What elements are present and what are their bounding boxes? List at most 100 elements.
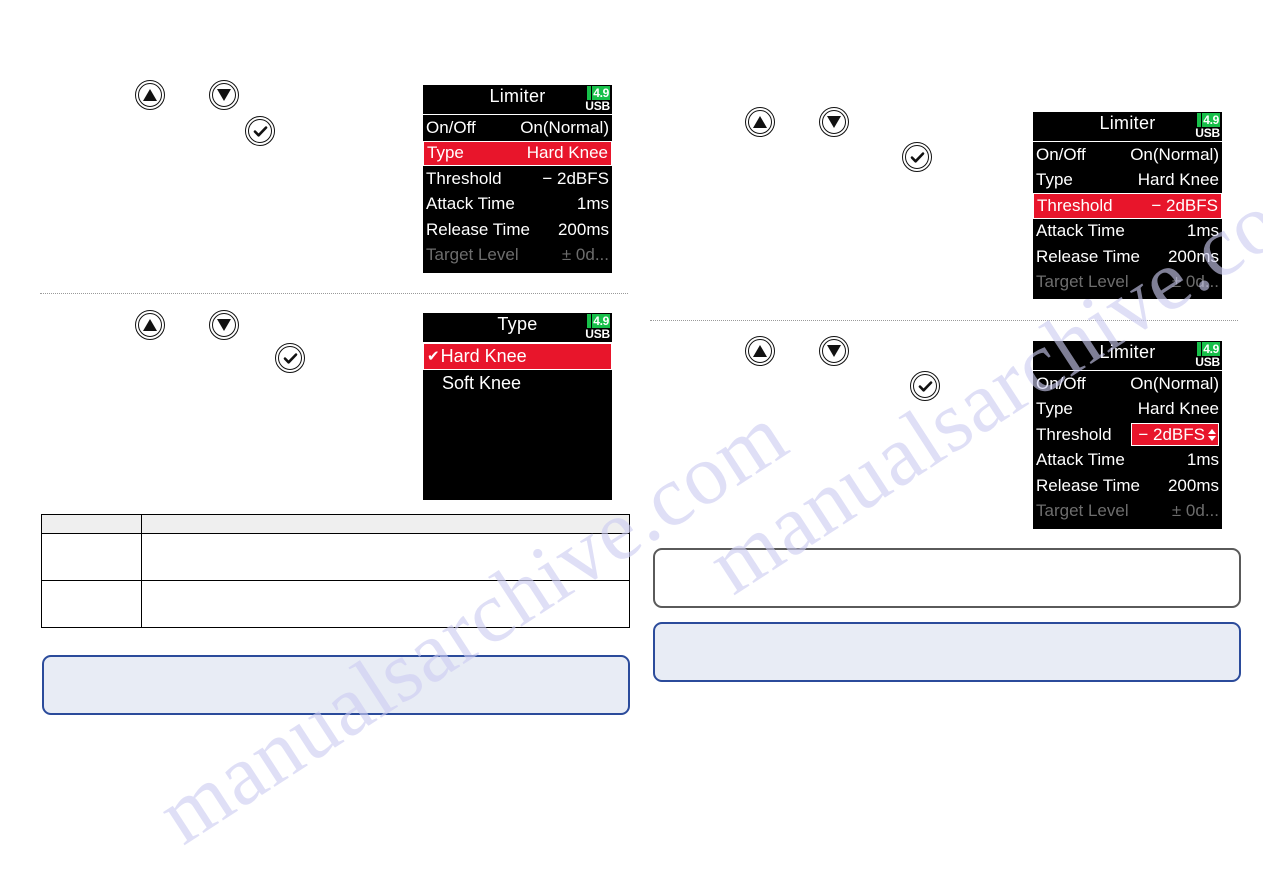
triangle-down-icon xyxy=(820,337,848,365)
down-button[interactable] xyxy=(819,336,849,366)
lcd-row-value: − 2dBFS xyxy=(542,168,609,188)
lcd-row[interactable]: Type Hard Knee xyxy=(1033,397,1222,423)
battery-icon: 4.9 xyxy=(576,314,610,328)
table-head xyxy=(41,514,630,534)
note-box xyxy=(653,622,1241,682)
lcd-row[interactable]: Attack Time 1ms xyxy=(1033,448,1222,474)
lcd-option-item[interactable]: ✔ Hard Knee xyxy=(423,343,612,370)
lcd-row-value: ± 0d... xyxy=(1171,272,1219,292)
up-button[interactable] xyxy=(745,336,775,366)
triangle-up-icon xyxy=(746,337,774,365)
checkmark-icon xyxy=(903,143,931,171)
lcd-row-value: Hard Knee xyxy=(1137,399,1219,419)
lcd-row-value: 200ms xyxy=(1167,475,1219,495)
left-column: Limiter 4.9 USB On/Off On(Normal) Type Hard… xyxy=(22,0,634,893)
up-button[interactable] xyxy=(745,107,775,137)
lcd-title-bar: Limiter 4.9 USB xyxy=(423,85,612,115)
lcd-row[interactable]: Threshold − 2dBFS xyxy=(423,166,612,192)
lcd-row-label: Release Time xyxy=(1036,246,1140,266)
triangle-down-icon xyxy=(820,108,848,136)
lcd-row-label: Target Level xyxy=(1036,272,1129,292)
lcd-row-value: ± 0d... xyxy=(1171,501,1219,521)
lcd-row-label: Type xyxy=(1036,170,1073,190)
up-button[interactable] xyxy=(135,80,165,110)
usb-label: USB xyxy=(1195,126,1220,140)
lcd-screen-limiter-threshold-selected[interactable]: Limiter 4.9 USB On/Off On(Normal) Type Hard… xyxy=(1033,112,1222,299)
lcd-row[interactable]: Threshold − 2dBFS xyxy=(1033,422,1222,448)
lcd-row[interactable]: Target Level ± 0d... xyxy=(423,243,612,269)
lcd-row[interactable]: Attack Time 1ms xyxy=(423,192,612,218)
lcd-row-label: Release Time xyxy=(1036,475,1140,495)
triangle-up-icon xyxy=(136,311,164,339)
lcd-row-list: On/Off On(Normal) Type Hard Knee Threshold − … xyxy=(1033,142,1222,295)
lcd-row-label: On/Off xyxy=(1036,373,1086,393)
lcd-option-label: Hard Knee xyxy=(440,346,527,366)
section-divider xyxy=(650,320,1238,321)
section-divider xyxy=(40,293,628,294)
up-button[interactable] xyxy=(135,310,165,340)
lcd-row[interactable]: On/Off On(Normal) xyxy=(1033,142,1222,168)
status-indicator: 4.9 USB xyxy=(1186,342,1220,369)
down-button[interactable] xyxy=(819,107,849,137)
lcd-screen-type-options[interactable]: Type 4.9 USB ✔ Hard Knee Soft Knee xyxy=(423,313,612,500)
lcd-row-label: Target Level xyxy=(426,245,519,265)
lcd-row-value: − 2dBFS xyxy=(1138,424,1205,444)
info-box xyxy=(653,548,1241,608)
checkmark-icon xyxy=(911,372,939,400)
lcd-row[interactable]: Target Level ± 0d... xyxy=(1033,499,1222,525)
note-box xyxy=(42,655,630,715)
lcd-row[interactable]: On/Off On(Normal) xyxy=(423,115,612,141)
table-row xyxy=(41,533,630,581)
lcd-row-label: Release Time xyxy=(426,219,530,239)
down-button[interactable] xyxy=(209,80,239,110)
status-indicator: 4.9 USB xyxy=(576,314,610,341)
battery-icon: 4.9 xyxy=(1186,113,1220,127)
right-column: Limiter 4.9 USB On/Off On(Normal) Type Hard… xyxy=(632,0,1244,893)
down-button[interactable] xyxy=(209,310,239,340)
checkmark-icon: ✔ xyxy=(427,348,440,365)
lcd-title-bar: Type 4.9 USB xyxy=(423,313,612,343)
enter-button[interactable] xyxy=(245,116,275,146)
lcd-row-label: Threshold xyxy=(426,168,502,188)
battery-value: 4.9 xyxy=(592,314,610,328)
lcd-option-label: Soft Knee xyxy=(442,373,522,393)
usb-label: USB xyxy=(1195,355,1220,369)
enter-button[interactable] xyxy=(902,142,932,172)
lcd-row-list: On/Off On(Normal) Type Hard Knee Threshold − … xyxy=(423,115,612,268)
lcd-row-label: Target Level xyxy=(1036,501,1129,521)
lcd-row-value: On(Normal) xyxy=(1130,144,1219,164)
lcd-row[interactable]: Type Hard Knee xyxy=(423,140,612,166)
lcd-option-item[interactable]: Soft Knee xyxy=(423,370,612,397)
lcd-row-value: On(Normal) xyxy=(1130,373,1219,393)
lcd-row[interactable]: Threshold − 2dBFS xyxy=(1033,193,1222,219)
lcd-screen-limiter-threshold-editing[interactable]: Limiter 4.9 USB On/Off On(Normal) Type Hard… xyxy=(1033,341,1222,529)
lcd-row[interactable]: Type Hard Knee xyxy=(1033,168,1222,194)
table-body xyxy=(41,533,630,628)
enter-button[interactable] xyxy=(275,343,305,373)
status-indicator: 4.9 USB xyxy=(1186,113,1220,140)
enter-button[interactable] xyxy=(910,371,940,401)
lcd-row-label: Attack Time xyxy=(1036,221,1125,241)
triangle-down-icon xyxy=(210,81,238,109)
lcd-screen-limiter-type-selected[interactable]: Limiter 4.9 USB On/Off On(Normal) Type Hard… xyxy=(423,85,612,273)
lcd-value-editor[interactable]: − 2dBFS xyxy=(1131,423,1219,447)
lcd-row-value: 1ms xyxy=(576,194,609,214)
spinner-arrows-icon[interactable] xyxy=(1208,428,1216,441)
lcd-row[interactable]: Attack Time 1ms xyxy=(1033,219,1222,245)
lcd-row[interactable]: Target Level ± 0d... xyxy=(1033,270,1222,296)
lcd-row-value: 1ms xyxy=(1186,221,1219,241)
lcd-row-label: Type xyxy=(427,143,464,163)
lcd-row-value: On(Normal) xyxy=(520,117,609,137)
checkmark-icon xyxy=(246,117,274,145)
lcd-row[interactable]: On/Off On(Normal) xyxy=(1033,371,1222,397)
lcd-row-list: On/Off On(Normal) Type Hard Knee Threshold − … xyxy=(1033,371,1222,524)
lcd-row-value: 200ms xyxy=(1167,246,1219,266)
lcd-row-value: Hard Knee xyxy=(526,143,608,163)
lcd-row[interactable]: Release Time 200ms xyxy=(1033,244,1222,270)
note-text xyxy=(655,624,1239,636)
battery-value: 4.9 xyxy=(1202,113,1220,127)
lcd-row[interactable]: Release Time 200ms xyxy=(1033,473,1222,499)
table-cell xyxy=(141,580,630,628)
lcd-row[interactable]: Release Time 200ms xyxy=(423,217,612,243)
table-row xyxy=(41,580,630,628)
